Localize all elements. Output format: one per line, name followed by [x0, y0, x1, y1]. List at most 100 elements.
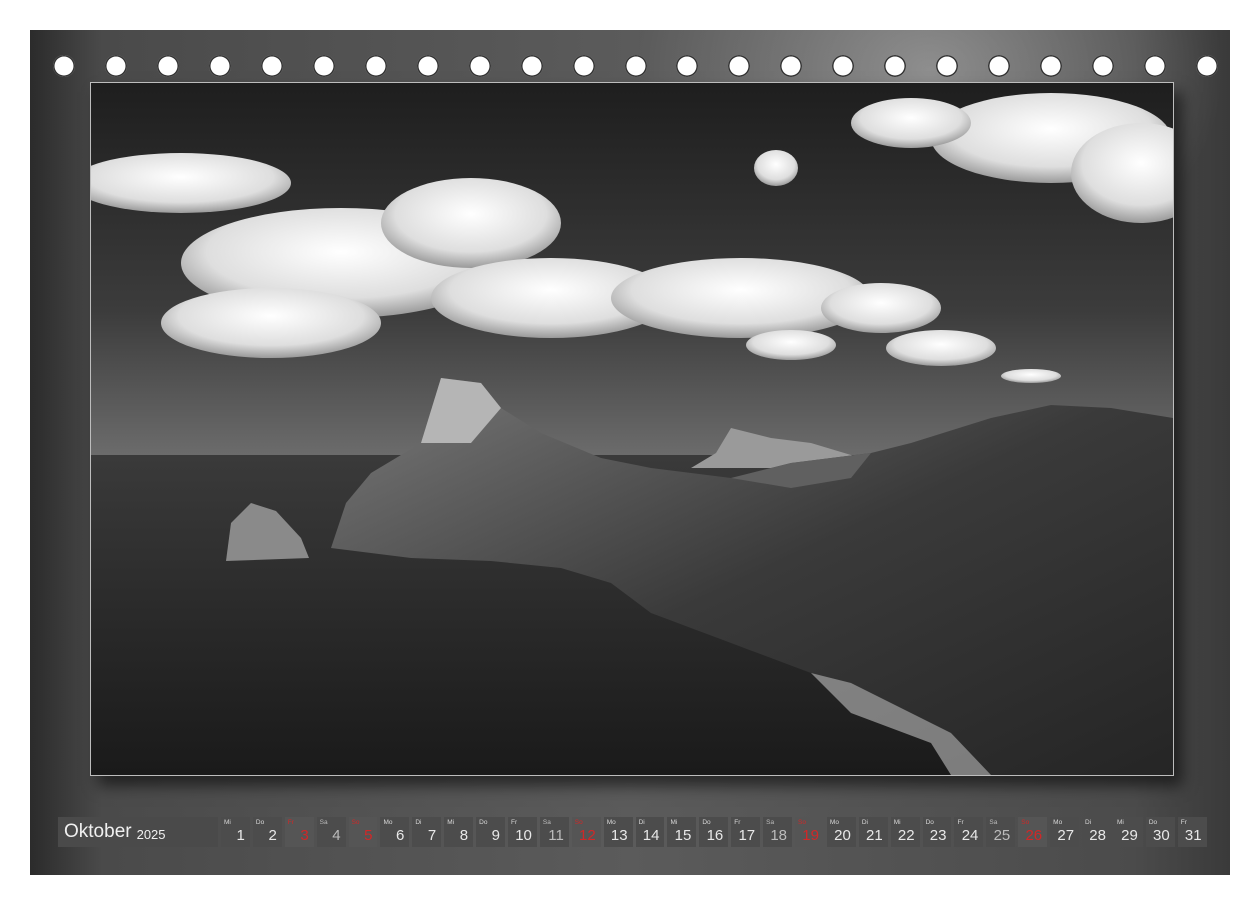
- day-number: 9: [491, 827, 501, 844]
- weekday-abbr: Mi: [670, 819, 678, 826]
- weekday-abbr: Sa: [989, 819, 998, 826]
- weekday-abbr: Mi: [893, 819, 901, 826]
- binding-hole: [1092, 55, 1115, 77]
- binding-hole: [104, 55, 127, 77]
- binding-hole: [53, 55, 75, 77]
- day-number: 2: [268, 827, 277, 844]
- day-number: 13: [610, 827, 628, 844]
- weekday-abbr: So: [798, 819, 806, 826]
- binding-hole: [312, 55, 335, 77]
- weekday-abbr: Mo: [829, 819, 839, 826]
- day-number: 3: [300, 827, 309, 844]
- weekday-abbr: Fr: [957, 819, 964, 826]
- calendar-day: Fr 3: [284, 817, 314, 847]
- weekday-abbr: Mo: [606, 819, 616, 826]
- calendar-day: Di 28: [1082, 817, 1111, 847]
- calendar-day: Mi 29: [1113, 817, 1143, 847]
- binding-hole: [156, 55, 179, 77]
- calendar-day: Sa 11: [539, 817, 569, 847]
- calendar-day: Fr 31: [1177, 817, 1207, 847]
- weekday-abbr: So: [574, 819, 583, 826]
- weekday-abbr: Di: [861, 819, 868, 826]
- calendar-day: Do 2: [252, 817, 282, 847]
- day-number: 8: [459, 827, 469, 844]
- month-year: 2025: [136, 826, 166, 842]
- calendar-day: Mo 20: [826, 817, 856, 847]
- weekday-abbr: Fr: [511, 819, 518, 826]
- weekday-abbr: Di: [415, 819, 422, 826]
- weekday-abbr: Di: [638, 819, 645, 826]
- weekday-abbr: Do: [702, 819, 711, 826]
- coastal-cliffs-image: [91, 83, 1173, 775]
- weekday-abbr: Fr: [734, 819, 741, 826]
- month-calendar-strip: Oktober 2025 Mi 1 Do 2 Fr 3 Sa 4 So 5 Mo 6 Di 7 Mi 8 Do 9…: [58, 817, 1207, 847]
- binding-holes: [30, 30, 1230, 90]
- binding-hole: [624, 55, 647, 77]
- day-number: 19: [802, 827, 819, 844]
- binding-hole: [936, 55, 959, 77]
- day-number: 22: [897, 827, 915, 844]
- calendar-day: Mi 8: [444, 817, 474, 847]
- day-number: 5: [364, 827, 373, 844]
- calendar-page: Oktober 2025 Mi 1 Do 2 Fr 3 Sa 4 So 5 Mo 6 Di 7 Mi 8 Do 9…: [30, 30, 1230, 875]
- month-label: Oktober 2025: [58, 817, 218, 847]
- day-number: 12: [579, 827, 596, 844]
- calendar-day: Do 30: [1145, 817, 1175, 847]
- binding-hole: [364, 55, 387, 77]
- weekday-abbr: Sa: [319, 819, 328, 826]
- weekday-abbr: Do: [1148, 819, 1158, 826]
- binding-hole: [884, 55, 907, 77]
- binding-hole: [468, 55, 491, 77]
- calendar-day: Mo 13: [603, 817, 633, 847]
- day-number: 11: [548, 827, 564, 844]
- weekday-abbr: Sa: [766, 819, 775, 826]
- day-number: 24: [961, 827, 979, 844]
- day-number: 29: [1121, 827, 1138, 844]
- weekday-abbr: So: [351, 819, 360, 826]
- calendar-day: Fr 17: [731, 817, 761, 847]
- weekday-abbr: Di: [1085, 819, 1092, 826]
- binding-hole: [832, 55, 855, 77]
- binding-hole: [988, 55, 1011, 77]
- binding-hole: [416, 55, 439, 77]
- calendar-day: Mi 1: [221, 817, 250, 847]
- calendar-day: So 12: [571, 817, 601, 847]
- day-number: 14: [642, 827, 660, 844]
- day-number: 20: [834, 827, 851, 844]
- calendar-day: So 19: [795, 817, 824, 847]
- day-number: 6: [396, 827, 405, 844]
- day-number: 15: [674, 827, 692, 844]
- weekday-abbr: Mo: [1053, 819, 1063, 826]
- weekday-abbr: Fr: [1180, 819, 1187, 826]
- calendar-day: Mi 22: [890, 817, 920, 847]
- weekday-abbr: Mi: [224, 819, 231, 826]
- calendar-day: Sa 25: [986, 817, 1016, 847]
- calendar-day: Sa 18: [763, 817, 793, 847]
- weekday-abbr: Sa: [542, 819, 551, 826]
- calendar-day: Fr 10: [508, 817, 537, 847]
- day-number: 26: [1025, 827, 1043, 844]
- binding-hole: [780, 55, 803, 77]
- binding-hole: [208, 55, 231, 77]
- day-number: 7: [427, 827, 437, 844]
- binding-hole: [1144, 55, 1167, 77]
- calendar-day: Fr 24: [954, 817, 984, 847]
- month-name: Oktober: [64, 821, 132, 842]
- weekday-abbr: Do: [925, 819, 934, 826]
- landscape-photo: [90, 82, 1174, 776]
- binding-hole: [676, 55, 699, 77]
- calendar-day: Do 16: [699, 817, 729, 847]
- binding-hole: [1040, 55, 1063, 77]
- day-number: 21: [866, 827, 883, 844]
- day-number: 27: [1057, 827, 1075, 844]
- weekday-abbr: Fr: [287, 819, 294, 826]
- binding-hole: [572, 55, 595, 77]
- day-number: 30: [1153, 827, 1170, 844]
- binding-hole: [260, 55, 283, 77]
- calendar-day: So 26: [1018, 817, 1048, 847]
- calendar-day: Di 7: [412, 817, 442, 847]
- calendar-day: Di 14: [635, 817, 665, 847]
- day-number: 23: [929, 827, 947, 844]
- day-number: 18: [770, 827, 788, 844]
- calendar-day: So 5: [348, 817, 378, 847]
